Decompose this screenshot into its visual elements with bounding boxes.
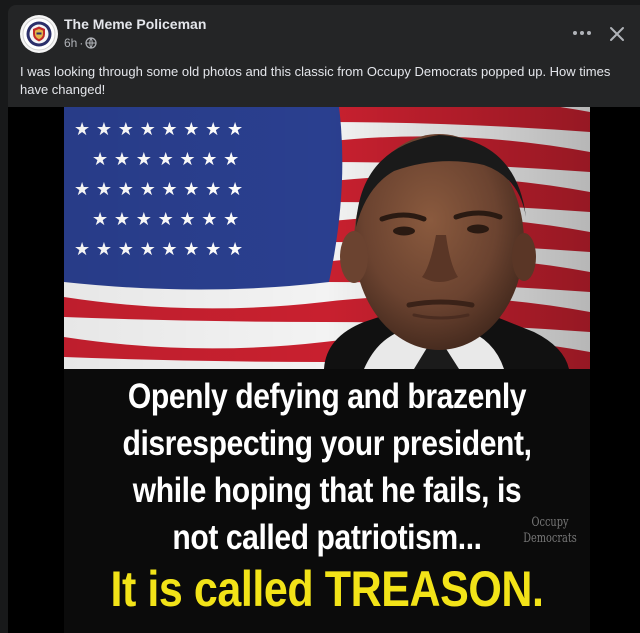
- meme-line: Openly defying and brazenly: [127, 377, 527, 416]
- post-header: The Meme Policeman 6h ·: [8, 5, 640, 61]
- post-media[interactable]: ★ ★ ★ ★ ★ ★ ★ ★ ★ ★ ★ ★ ★ ★ ★ ★ ★ ★ ★ ★ …: [8, 107, 640, 633]
- post-author-name[interactable]: The Meme Policeman: [64, 16, 206, 32]
- more-options-icon: [573, 31, 591, 35]
- watermark-line: Occupy: [531, 515, 569, 530]
- watermark-line: Democrats: [523, 531, 577, 546]
- meme-line: disrespecting your president,: [122, 424, 532, 463]
- meme-watermark: Occupy Democrats: [519, 515, 582, 547]
- post-meta: 6h ·: [64, 36, 97, 50]
- meme-punchline: It is called TREASON.: [110, 561, 544, 617]
- post-time[interactable]: 6h: [64, 36, 77, 50]
- close-icon: [610, 27, 624, 41]
- meme-image[interactable]: ★ ★ ★ ★ ★ ★ ★ ★ ★ ★ ★ ★ ★ ★ ★ ★ ★ ★ ★ ★ …: [64, 107, 590, 633]
- more-options-button[interactable]: [568, 21, 596, 45]
- meme-line: not called patriotism...: [172, 518, 482, 557]
- post-caption: I was looking through some old photos an…: [20, 64, 611, 97]
- globe-icon: [85, 37, 97, 49]
- close-button[interactable]: [604, 21, 630, 47]
- meme-text: Openly defying and brazenly disrespectin…: [101, 373, 553, 561]
- avatar[interactable]: [20, 15, 58, 53]
- police-badge-icon: [22, 17, 56, 51]
- meme-line: while hoping that he fails, is: [132, 471, 522, 510]
- meta-separator: ·: [79, 36, 84, 50]
- post-card: The Meme Policeman 6h · I was looking th…: [8, 5, 640, 633]
